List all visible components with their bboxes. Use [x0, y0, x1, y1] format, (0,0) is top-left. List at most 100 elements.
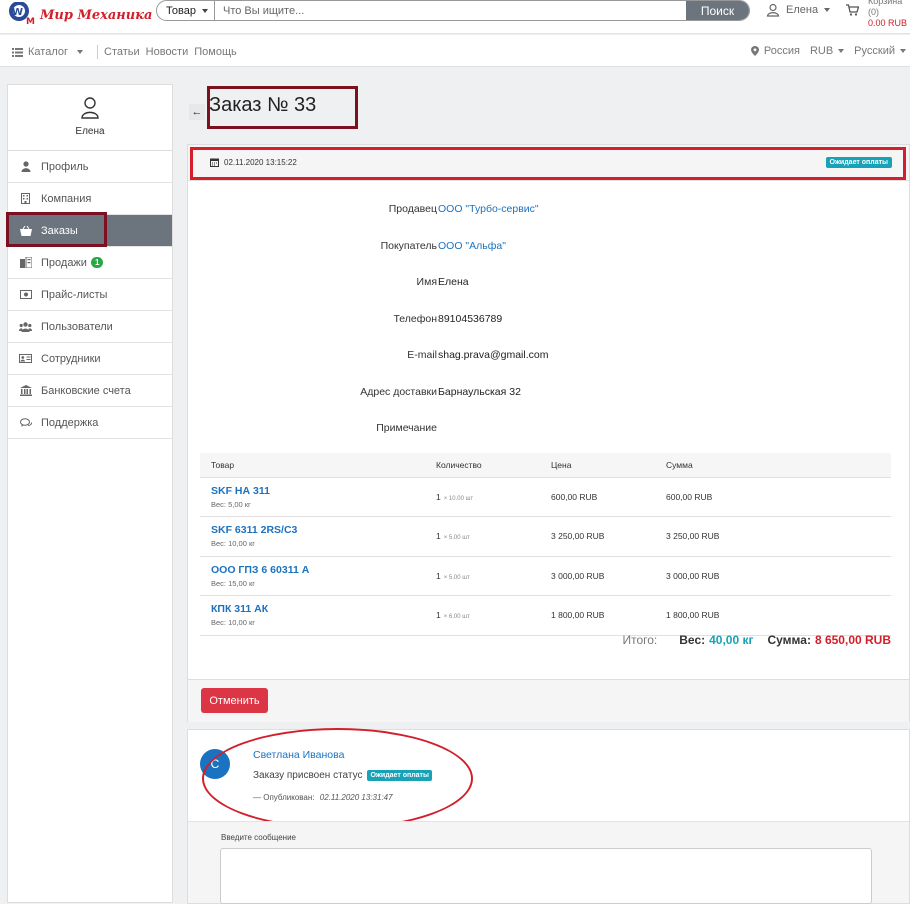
sidebar-item-company[interactable]: Компания	[8, 183, 172, 215]
svg-text:M: M	[26, 17, 35, 27]
seller-link[interactable]: ООО "Турбо-сервис"	[438, 203, 539, 215]
region-select[interactable]: Россия	[750, 45, 800, 57]
info-row-note: Примечание	[188, 410, 909, 447]
sidebar-item-support[interactable]: Поддержка	[8, 407, 172, 439]
item-quantity-unit: × 5.00 шт	[443, 574, 470, 581]
users-icon	[19, 321, 32, 332]
column-header: Товар	[200, 453, 425, 478]
currency-select[interactable]: RUB	[810, 45, 845, 57]
info-value: 89104536789	[438, 312, 503, 325]
region-label: Россия	[763, 45, 800, 57]
total-sum-label: Сумма:	[767, 633, 811, 647]
table-header-row: Товар Количество Цена Сумма	[200, 453, 891, 478]
annotation-ellipse	[202, 728, 473, 829]
sidebar-item-sales[interactable]: Продажи 1	[8, 247, 172, 279]
item-price: 3 250,00 RUB	[540, 516, 655, 557]
sidebar: Елена Профиль Компания Заказы Продажи 1 …	[7, 84, 173, 903]
sidebar-item-profile[interactable]: Профиль	[8, 151, 172, 183]
catalog-menu[interactable]: Каталог	[28, 46, 68, 58]
sidebar-item-label: Банковские счета	[41, 384, 131, 397]
product-link[interactable]: SKF 6311 2RS/C3	[211, 524, 425, 536]
sidebar-item-label: Прайс-листы	[41, 288, 108, 301]
product-weight: Вес: 15,00 кг	[211, 578, 255, 588]
sidebar-item-price-lists[interactable]: Прайс-листы	[8, 279, 172, 311]
info-value: Барнаульская 32	[438, 385, 521, 398]
message-textarea[interactable]	[220, 848, 872, 904]
product-link[interactable]: ООО ГПЗ 6 60311 А	[211, 564, 425, 576]
product-weight: Вес: 10,00 кг	[211, 618, 255, 628]
arrow-left-icon: ←	[191, 106, 203, 118]
message-form: Введите сообщение	[188, 821, 909, 904]
site-logo[interactable]: W M Мир Механика	[6, 1, 152, 28]
search-input[interactable]: Что Вы ищите...	[215, 1, 686, 20]
table-row: SKF 6311 2RS/C3 Вес: 10,00 кг 1 × 5.00 шт …	[200, 516, 891, 557]
info-label: Телефон	[393, 312, 437, 325]
language-select[interactable]: Русский	[854, 45, 906, 57]
table-row: ООО ГПЗ 6 60311 А Вес: 15,00 кг 1 × 5.00 ш…	[200, 556, 891, 596]
sidebar-item-employees[interactable]: Сотрудники	[8, 343, 172, 375]
product-weight: Вес: 5,00 кг	[211, 499, 251, 509]
user-avatar-icon	[81, 97, 99, 119]
list-icon	[12, 47, 23, 57]
cart-amount: 0.00 RUB	[868, 18, 908, 28]
sidebar-user: Елена	[8, 85, 172, 151]
order-actions: Отменить	[188, 679, 909, 722]
user-icon	[19, 161, 32, 172]
product-link[interactable]: SKF НА 311	[211, 485, 425, 497]
sidebar-item-label: Профиль	[41, 160, 89, 173]
message-label: Введите сообщение	[221, 833, 296, 842]
annotation-box-header	[190, 147, 906, 180]
cart-icon	[846, 4, 859, 16]
user-menu[interactable]: Елена	[766, 3, 831, 17]
item-quantity-unit: × 5.00 шт	[443, 535, 470, 542]
search-button[interactable]: Поиск	[686, 1, 749, 20]
nav-link-news[interactable]: Новости	[146, 46, 189, 58]
info-label: Имя	[416, 276, 437, 288]
info-label: Примечание	[376, 422, 437, 434]
item-price: 1 800,00 RUB	[540, 595, 655, 636]
cart[interactable]: Корзина (0) 0.00 RUB	[845, 0, 910, 29]
item-sum: 600,00 RUB	[655, 477, 891, 517]
cancel-order-button[interactable]: Отменить	[201, 688, 268, 713]
search-category-select[interactable]: Товар	[157, 1, 215, 20]
chevron-down-icon	[838, 49, 845, 53]
product-link[interactable]: КПК 311 АК	[211, 603, 425, 615]
order-card: 02.11.2020 13:15:22 Ожидает оплаты Прода…	[187, 144, 910, 722]
money-icon	[19, 289, 32, 300]
user-icon	[766, 3, 780, 17]
back-button[interactable]: ←	[189, 104, 205, 120]
total-sum-value: 8 650,00 RUB	[814, 633, 891, 647]
nav-bar: Каталог Статьи Новости Помощь Россия RUB…	[0, 35, 910, 67]
divider	[97, 45, 98, 59]
map-marker-icon	[750, 46, 759, 56]
table-row: КПК 311 АК Вес: 10,00 кг 1 × 6.00 шт 1 800…	[200, 595, 891, 636]
sales-icon	[19, 257, 32, 268]
chevron-down-icon	[77, 50, 83, 54]
sidebar-item-users[interactable]: Пользователи	[8, 311, 172, 343]
item-price: 3 000,00 RUB	[540, 556, 655, 596]
column-header: Сумма	[655, 453, 891, 478]
nav-link-articles[interactable]: Статьи	[104, 46, 140, 58]
comment-card: С Светлана Иванова Заказу присвоен стату…	[187, 728, 910, 904]
bank-icon	[19, 385, 32, 396]
annotation-box-title	[207, 86, 358, 129]
order-totals: Итого: Вес: 40,00 кг Сумма: 8 650,00 RUB	[622, 633, 891, 647]
sidebar-item-label: Сотрудники	[41, 352, 101, 365]
sidebar-item-label: Поддержка	[41, 416, 99, 429]
product-weight: Вес: 10,00 кг	[211, 539, 255, 549]
item-quantity-unit: × 10.00 шт	[443, 495, 474, 502]
info-row-name: Имя Елена	[188, 264, 909, 301]
item-quantity: 1	[436, 570, 441, 581]
order-card-header: 02.11.2020 13:15:22 Ожидает оплаты	[188, 145, 909, 181]
sidebar-item-bank-accounts[interactable]: Банковские счета	[8, 375, 172, 407]
chevron-down-icon	[900, 49, 906, 53]
sidebar-item-label: Продажи	[41, 256, 87, 269]
info-label: E-mail	[407, 349, 437, 361]
table-row: SKF НА 311 Вес: 5,00 кг 1 × 10.00 шт 600,0…	[200, 477, 891, 517]
nav-link-help[interactable]: Помощь	[194, 46, 237, 58]
column-header: Количество	[425, 453, 540, 478]
id-card-icon	[19, 353, 32, 364]
totals-label: Итого:	[622, 633, 658, 647]
buyer-link[interactable]: ООО "Альфа"	[438, 240, 506, 252]
info-row-buyer: Покупатель ООО "Альфа"	[188, 228, 909, 265]
